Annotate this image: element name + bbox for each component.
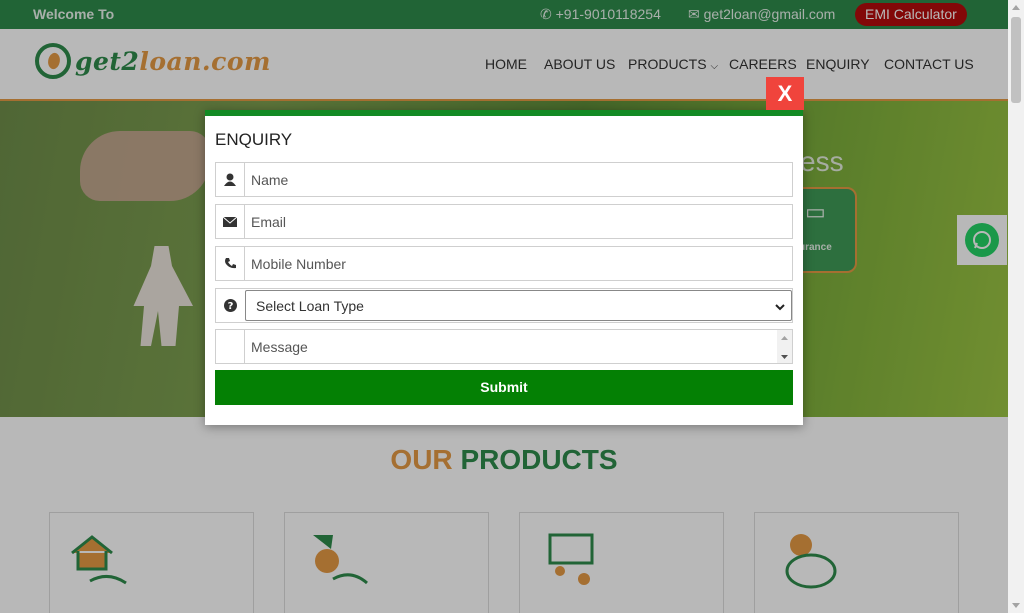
page-scrollbar[interactable] [1008, 0, 1024, 613]
email-input[interactable] [245, 205, 792, 238]
chevron-down-icon [775, 298, 785, 314]
submit-button[interactable]: Submit [215, 370, 793, 405]
loan-type-field: ? Select Loan Type [215, 288, 793, 323]
scroll-down-arrow[interactable] [1012, 603, 1020, 608]
user-icon [216, 163, 245, 196]
message-field: Message [215, 329, 793, 364]
message-icon-slot [216, 330, 245, 363]
question-circle-icon: ? [216, 289, 245, 322]
scroll-thumb[interactable] [1011, 17, 1021, 103]
scroll-up-arrow[interactable] [1012, 5, 1020, 10]
loan-type-select[interactable]: Select Loan Type [245, 290, 792, 321]
enquiry-modal: ENQUIRY ? Select Loan Type Mess [205, 110, 803, 425]
name-field [215, 162, 793, 197]
name-input[interactable] [245, 163, 792, 196]
close-modal-button[interactable]: X [766, 77, 804, 110]
message-placeholder: Message [251, 338, 308, 355]
textarea-scrollbar[interactable] [777, 330, 792, 363]
svg-text:?: ? [228, 301, 234, 312]
email-field [215, 204, 793, 239]
mobile-field [215, 246, 793, 281]
envelope-icon [216, 205, 245, 238]
modal-title: ENQUIRY [215, 130, 293, 149]
mobile-input[interactable] [245, 247, 792, 280]
loan-type-selected: Select Loan Type [256, 297, 364, 314]
phone-icon [216, 247, 245, 280]
message-textarea[interactable]: Message [245, 330, 792, 363]
